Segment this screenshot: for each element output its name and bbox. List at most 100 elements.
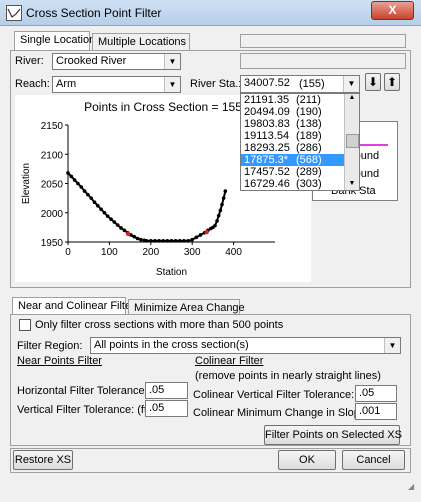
dropdown-item[interactable]: 20494.09 (190)	[241, 106, 359, 118]
near-points-heading: Near Points Filter	[17, 355, 102, 367]
status-box	[240, 34, 406, 48]
dropdown-item-count: (289)	[296, 166, 322, 178]
river-info-box	[240, 53, 406, 69]
data-point	[186, 239, 190, 243]
restore-xs-button[interactable]: Restore XS	[13, 450, 73, 470]
data-point	[105, 214, 110, 219]
data-point	[109, 217, 113, 221]
data-point	[161, 239, 166, 243]
filter-region-select[interactable]: All points in the cross section(s) ▼	[90, 337, 401, 354]
dropdown-item-count: (286)	[296, 142, 322, 154]
next-station-button[interactable]: ⬇	[365, 73, 381, 91]
y-tick-label: 2100	[41, 150, 64, 161]
colinear-note: (remove points in nearly straight lines)	[195, 370, 381, 382]
y-tick-label: 2050	[41, 180, 64, 191]
chevron-down-icon: ▼	[164, 77, 180, 92]
close-button[interactable]: X	[371, 1, 414, 20]
cancel-button[interactable]: Cancel	[342, 450, 405, 470]
data-point	[82, 189, 87, 193]
data-point	[135, 236, 140, 241]
dropdown-item-station: 17457.52	[244, 166, 290, 178]
data-point	[92, 200, 97, 205]
data-point	[213, 223, 217, 228]
dropdown-item[interactable]: 17457.52 (289)	[241, 166, 359, 178]
data-point	[76, 181, 80, 186]
dropdown-item-count: (303)	[296, 178, 322, 190]
scroll-thumb[interactable]	[346, 134, 359, 148]
data-point	[216, 213, 221, 218]
data-point	[102, 210, 107, 215]
y-tick-label: 1950	[41, 238, 64, 249]
large-xs-checkbox-label: Only filter cross sections with more tha…	[35, 319, 284, 331]
data-point	[221, 196, 226, 200]
resize-grip-icon[interactable]: ◢	[408, 482, 418, 492]
filter-points-button[interactable]: Filter Points on Selected XS	[264, 425, 402, 445]
colinear-vertical-input[interactable]: .05	[355, 385, 397, 402]
data-point	[215, 219, 219, 223]
dropdown-item-station: 21191.35	[244, 94, 290, 106]
bank-station-point	[125, 231, 131, 237]
series-line	[67, 172, 227, 242]
data-point	[72, 178, 77, 182]
river-select[interactable]: Crooked River ▼	[52, 53, 181, 70]
previous-station-button[interactable]: ⬆	[384, 73, 400, 91]
river-value: Crooked River	[56, 55, 127, 67]
dropdown-item-station: 19803.83	[244, 118, 290, 130]
dropdown-scrollbar[interactable]: ▲ ▼	[344, 94, 359, 190]
scroll-up-icon[interactable]: ▲	[346, 94, 358, 104]
data-point	[86, 192, 90, 197]
data-point	[119, 226, 123, 230]
x-tick-label: 300	[184, 247, 201, 258]
dropdown-item[interactable]: 21191.35 (211)	[241, 94, 359, 106]
river-label: River:	[15, 55, 44, 67]
scroll-down-icon[interactable]: ▼	[346, 180, 358, 190]
x-tick-label: 200	[142, 247, 159, 258]
dropdown-item-station: 19113.54	[244, 130, 290, 142]
x-tick-label: 0	[65, 247, 71, 258]
tab-multiple-locations[interactable]: Multiple Locations	[92, 33, 190, 51]
data-point	[223, 189, 228, 193]
horizontal-tolerance-input[interactable]: .05	[145, 382, 188, 399]
data-point	[132, 234, 137, 239]
data-point	[157, 239, 161, 243]
vertical-tolerance-input[interactable]: .05	[145, 400, 188, 417]
data-point	[69, 174, 74, 179]
dropdown-item[interactable]: 18293.25 (286)	[241, 142, 359, 154]
filter-region-value: All points in the cross section(s)	[94, 339, 249, 351]
reach-select[interactable]: Arm ▼	[52, 76, 181, 93]
colinear-vertical-label: Colinear Vertical Filter Tolerance: (ft)…	[193, 389, 374, 401]
data-point	[169, 239, 174, 243]
data-point	[112, 220, 117, 224]
dropdown-item-station: 20494.09	[244, 106, 290, 118]
data-point	[122, 228, 127, 233]
dropdown-item[interactable]: 19113.54 (189)	[241, 130, 359, 142]
dropdown-item-station: 18293.25	[244, 142, 290, 154]
vertical-tolerance-label: Vertical Filter Tolerance: (ft):	[17, 404, 154, 416]
dropdown-item-station: 17875.3*	[244, 154, 289, 166]
dropdown-item-count: (211)	[296, 94, 321, 106]
river-sta-dropdown[interactable]: 21191.35 (211) 20494.09 (190) 19803.83 (138) 1…	[240, 93, 360, 191]
data-point	[149, 239, 153, 243]
river-sta-value: 34007.52	[244, 77, 290, 89]
data-point	[220, 202, 224, 207]
data-point	[66, 171, 70, 175]
data-point	[165, 239, 170, 243]
ok-button[interactable]: OK	[278, 450, 336, 470]
window-title: Cross Section Point Filter	[26, 6, 162, 20]
bottom-tabs: Near and Colinear Filter Minimize Area C…	[12, 297, 272, 317]
bank-station-point	[204, 229, 209, 235]
dropdown-item[interactable]: 19803.83 (138)	[241, 118, 359, 130]
colinear-slope-input[interactable]: .001	[355, 403, 397, 420]
dropdown-item[interactable]: 16729.46 (303)	[241, 178, 359, 190]
river-sta-select[interactable]: 34007.52 (155) ▼	[240, 75, 360, 93]
filter-region-label: Filter Region:	[17, 340, 83, 352]
data-point	[194, 235, 199, 240]
data-point	[177, 239, 182, 243]
dropdown-item[interactable]: 17875.3* (568)	[241, 154, 359, 166]
reach-value: Arm	[56, 78, 77, 90]
chart-title: Points in Cross Section = 155	[84, 100, 242, 114]
dropdown-item-count: (189)	[296, 130, 322, 142]
data-point	[115, 223, 120, 227]
large-xs-checkbox[interactable]	[19, 319, 31, 331]
tab-single-location[interactable]: Single Location	[14, 31, 95, 51]
